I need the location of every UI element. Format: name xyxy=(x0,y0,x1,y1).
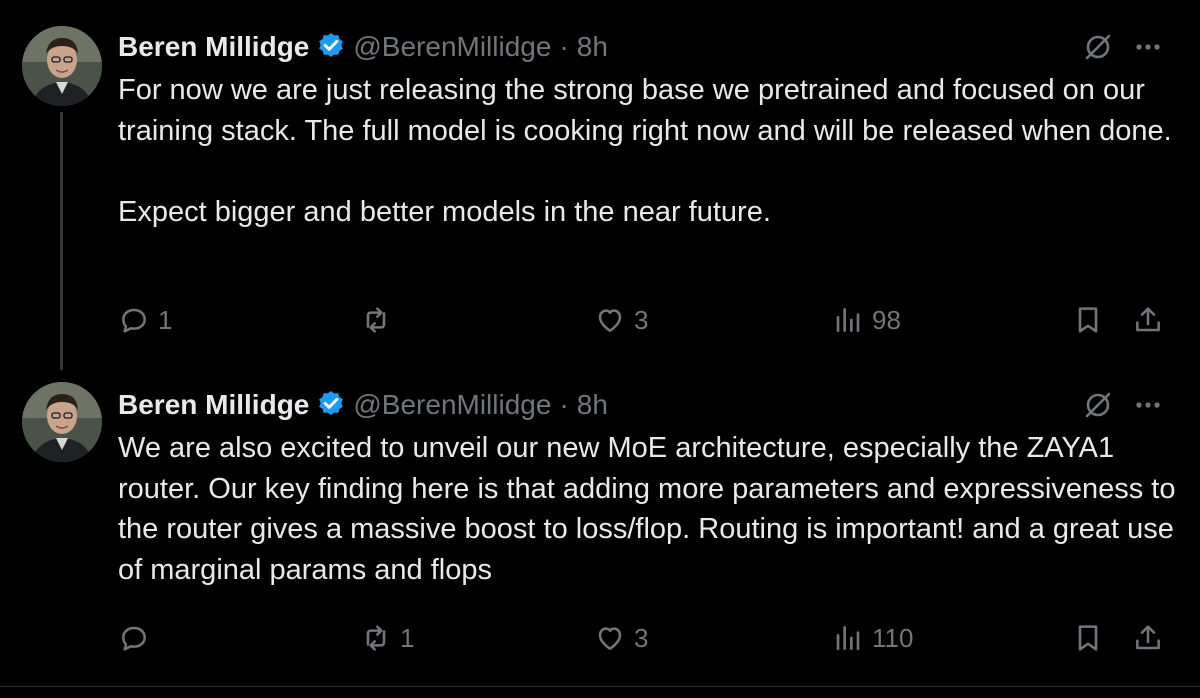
like-button[interactable]: 3 xyxy=(594,300,648,340)
avatar[interactable] xyxy=(22,26,102,106)
more-icon[interactable] xyxy=(1130,387,1166,423)
share-button[interactable] xyxy=(1132,618,1164,658)
bookmark-icon xyxy=(1078,307,1098,333)
views-count: 110 xyxy=(872,622,914,653)
repost-button[interactable]: 1 xyxy=(360,618,414,658)
like-count: 3 xyxy=(634,622,649,653)
bookmark-button[interactable] xyxy=(1072,300,1104,340)
like-button[interactable]: 3 xyxy=(594,618,648,658)
repost-count: 1 xyxy=(400,622,415,653)
views-button[interactable]: 98 xyxy=(832,300,901,340)
reply-button[interactable]: 1 xyxy=(118,300,172,340)
bookmark-icon xyxy=(1078,625,1098,651)
grok-icon[interactable] xyxy=(1080,29,1116,65)
views-button[interactable]: 110 xyxy=(832,618,913,658)
repost-icon xyxy=(366,625,386,651)
timestamp[interactable]: 8h xyxy=(577,31,608,63)
tweet-header: Beren Millidge @BerenMillidge · 8h xyxy=(118,27,608,67)
bookmark-button[interactable] xyxy=(1072,618,1104,658)
verified-badge-icon[interactable] xyxy=(315,389,347,421)
timestamp[interactable]: 8h xyxy=(577,389,608,421)
tweet[interactable]: Beren Millidge @BerenMillidge · 8h For n… xyxy=(0,0,1200,370)
heart-icon xyxy=(598,627,622,650)
share-icon xyxy=(1136,307,1160,332)
reply-count: 1 xyxy=(158,304,173,335)
tweet-text: We are also excited to unveil our new Mo… xyxy=(118,432,1184,586)
reply-icon xyxy=(122,626,146,651)
verified-badge-icon[interactable] xyxy=(315,31,347,63)
tweet-header: Beren Millidge @BerenMillidge · 8h xyxy=(118,385,608,425)
tweet-text: For now we are just releasing the strong… xyxy=(118,74,1172,228)
heart-icon xyxy=(598,309,622,332)
views-icon xyxy=(836,626,860,650)
author-name[interactable]: Beren Millidge xyxy=(118,389,309,421)
author-handle[interactable]: @BerenMillidge xyxy=(353,31,551,63)
tweet-actions: 1 3 110 xyxy=(0,618,1200,658)
author-name[interactable]: Beren Millidge xyxy=(118,31,309,63)
author-handle[interactable]: @BerenMillidge xyxy=(353,389,551,421)
share-button[interactable] xyxy=(1132,300,1164,340)
more-icon[interactable] xyxy=(1130,29,1166,65)
tweet-actions: 1 3 98 xyxy=(0,300,1200,340)
grok-icon[interactable] xyxy=(1080,387,1116,423)
repost-button[interactable] xyxy=(360,300,400,340)
separator-dot: · xyxy=(559,389,569,420)
like-count: 3 xyxy=(634,304,649,335)
reply-button[interactable] xyxy=(118,618,158,658)
separator-dot: · xyxy=(559,31,569,62)
reply-icon xyxy=(122,308,146,333)
repost-icon xyxy=(366,307,386,333)
views-count: 98 xyxy=(872,304,901,335)
avatar[interactable] xyxy=(22,382,102,462)
divider xyxy=(0,686,1200,687)
views-icon xyxy=(836,308,860,332)
share-icon xyxy=(1136,625,1160,650)
tweet[interactable]: Beren Millidge @BerenMillidge · 8h We ar… xyxy=(0,362,1200,682)
